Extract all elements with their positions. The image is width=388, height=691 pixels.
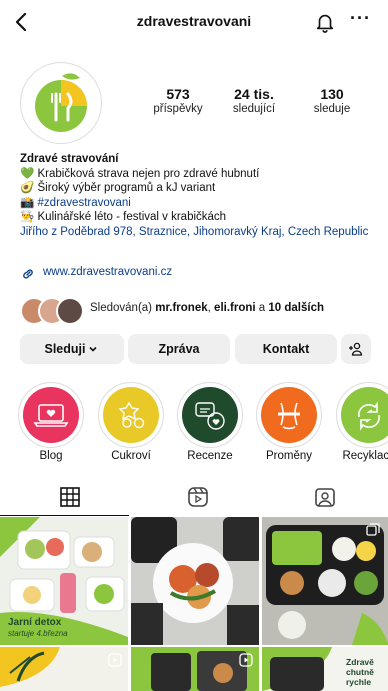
highlight-label: Blog [39, 450, 63, 462]
followers-value: 24 tis. [234, 86, 274, 102]
more-options-icon[interactable]: ··· [350, 8, 371, 29]
grid-post[interactable]: Zdravě chutně rychle [262, 647, 388, 691]
chevron-down-icon [89, 346, 98, 352]
following-value: 130 [320, 86, 344, 102]
profile-header: zdravestravovani ··· [0, 0, 388, 46]
highlight-cukrovi[interactable] [98, 382, 164, 448]
laptop-heart-icon [33, 404, 69, 427]
highlight-label: Cukroví [111, 450, 151, 462]
active-tab-indicator [0, 515, 129, 516]
highlight-label: Proměny [265, 450, 313, 462]
add-person-button[interactable] [341, 334, 371, 364]
post-title: Zdravě chutně rychle [346, 657, 374, 687]
followers-label: sledující [232, 103, 276, 115]
highlight-recenze[interactable] [177, 382, 243, 448]
contact-button[interactable]: Kontakt [235, 334, 337, 364]
recycle-icon [357, 401, 381, 431]
highlight-promeny-cover [261, 387, 317, 443]
tagged-tab-icon[interactable] [314, 486, 336, 508]
add-person-icon [349, 342, 363, 356]
reels-tab-icon[interactable] [187, 486, 209, 508]
bio-line: 👨‍🍳 Kulinářské léto - festival v krabičk… [20, 211, 227, 224]
bio-line-hashtag: 📸 #zdravestravovani [20, 196, 375, 211]
highlight-recyklace[interactable] [336, 382, 388, 448]
highlight-label: Recyklace [342, 450, 388, 462]
website-link[interactable]: www.zdravestravovani.cz [43, 266, 172, 278]
following-label: Sleduji [44, 342, 86, 356]
waist-measure-icon [278, 402, 300, 430]
chat-heart-icon [195, 402, 225, 430]
bio-line: 💚 Krabičková strava nejen pro zdravé hub… [20, 167, 260, 180]
grid-post[interactable] [0, 647, 128, 691]
hashtag-link[interactable]: #zdravestravovani [38, 197, 131, 209]
following-count[interactable]: 130 sleduje [302, 86, 362, 115]
carousel-icon [366, 523, 380, 536]
grid-tab-icon[interactable] [59, 486, 81, 508]
posts-label: příspěvky [153, 103, 203, 115]
highlight-recyklace-cover [341, 387, 388, 443]
brand-logo-icon [35, 73, 87, 132]
following-label: sleduje [313, 103, 351, 115]
grid-post[interactable]: Jarní detox startuje 4.března [0, 517, 128, 645]
highlight-promeny[interactable] [256, 382, 322, 448]
post-subtitle: startuje 4.března [8, 629, 68, 638]
address-link[interactable]: Jiřího z Poděbrad 978, Straznice, Jihomo… [20, 225, 375, 240]
profile-avatar[interactable] [26, 68, 96, 138]
reel-icon [239, 653, 253, 667]
camera-emoji: 📸 [20, 196, 35, 209]
grid-post[interactable] [131, 517, 259, 645]
cookies-icon [118, 401, 145, 429]
bio-line: 🥑 Široký výběr programů a kJ variant [20, 182, 216, 195]
follower-others: 10 dalších [268, 302, 325, 314]
post-image [131, 517, 259, 645]
link-icon [23, 269, 33, 279]
follower-user2: eli.froni [214, 302, 256, 314]
separator: , [207, 302, 211, 314]
highlight-cukrovi-cover [103, 387, 159, 443]
post-title: Jarní detox [8, 617, 62, 628]
highlight-blog-cover [23, 387, 79, 443]
message-label: Zpráva [158, 342, 200, 356]
grid-post[interactable] [131, 647, 259, 691]
followed-by-text[interactable]: Sledován(a) mr.fronek, eli.froni a 10 da… [90, 302, 324, 314]
followed-prefix: Sledován(a) [90, 302, 153, 314]
posts-count[interactable]: 573 příspěvky [148, 86, 208, 115]
highlight-label: Recenze [187, 450, 233, 462]
follower-user1: mr.fronek [155, 302, 208, 314]
posts-value: 573 [166, 86, 190, 102]
profile-bio: Zdravé stravování 💚 Krabičková strava ne… [20, 152, 375, 240]
follower-avatar [56, 297, 84, 325]
and-word: a [258, 302, 266, 314]
following-button[interactable]: Sleduji [20, 334, 124, 364]
highlight-recenze-cover [182, 387, 238, 443]
contact-label: Kontakt [262, 342, 310, 356]
profile-name: Zdravé stravování [20, 153, 119, 165]
grid-post[interactable] [262, 517, 388, 645]
message-button[interactable]: Zpráva [128, 334, 230, 364]
followers-count[interactable]: 24 tis. sledující [222, 86, 286, 115]
reel-icon [108, 653, 122, 667]
notification-bell-icon[interactable] [314, 10, 336, 34]
highlight-blog[interactable] [18, 382, 84, 448]
